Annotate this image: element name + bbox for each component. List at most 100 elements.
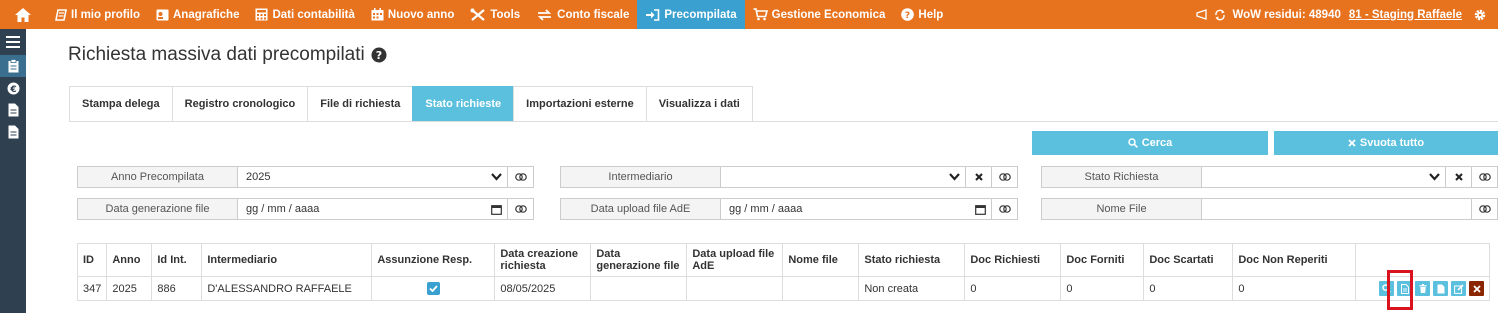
tab-stampa-delega[interactable]: Stampa delega bbox=[69, 86, 172, 122]
home-icon bbox=[15, 7, 31, 22]
cell-intermediario: D'ALESSANDRO RAFFAELE bbox=[201, 276, 373, 301]
chevron-down-icon[interactable] bbox=[943, 167, 965, 187]
toggle-icon[interactable] bbox=[507, 167, 533, 187]
toggle-icon[interactable] bbox=[991, 199, 1017, 219]
intermediario-select[interactable] bbox=[721, 167, 943, 187]
settings-button[interactable] bbox=[1462, 8, 1498, 22]
tab-importazioni-esterne[interactable]: Importazioni esterne bbox=[513, 86, 646, 122]
column-header[interactable]: Intermediario bbox=[201, 243, 373, 277]
nav-item-conto-fiscale[interactable]: Conto fiscale bbox=[528, 0, 637, 29]
home-button[interactable] bbox=[0, 0, 46, 29]
filter-label: Intermediario bbox=[561, 167, 721, 187]
user-link[interactable]: 81 - Staging Raffaele bbox=[1349, 9, 1462, 21]
top-right-area: WoW residui: 48940 81 - Staging Raffaele bbox=[1196, 0, 1498, 29]
trash-icon bbox=[1419, 284, 1427, 293]
filter-stato-richiesta: Stato Richiesta bbox=[1041, 166, 1498, 188]
cell-doc-forniti: 0 bbox=[1060, 276, 1145, 301]
edit-button[interactable] bbox=[1451, 281, 1467, 296]
calendar-icon[interactable] bbox=[485, 199, 507, 219]
clear-all-button[interactable]: Svuota tutto bbox=[1274, 131, 1498, 155]
column-header[interactable]: Assunzione Resp. bbox=[371, 243, 496, 277]
cart-icon bbox=[753, 8, 768, 21]
column-header[interactable]: Doc Richiesti bbox=[964, 243, 1062, 277]
profile-icon bbox=[54, 8, 67, 21]
toggle-icon[interactable] bbox=[507, 199, 533, 219]
tabs: Stampa delega Registro cronologico File … bbox=[69, 86, 753, 122]
nav-item-anagrafiche[interactable]: Anagrafiche bbox=[148, 0, 247, 29]
sidebar-item-clipboard[interactable] bbox=[0, 55, 26, 77]
help-circle-icon[interactable]: ? bbox=[371, 47, 387, 63]
gear-icon bbox=[1474, 9, 1486, 20]
cell-data-generazione bbox=[590, 276, 688, 301]
toggle-icon[interactable] bbox=[991, 167, 1017, 187]
nav-item-nuovo-anno[interactable]: Nuovo anno bbox=[363, 0, 462, 29]
anno-select[interactable]: 2025 bbox=[238, 167, 485, 187]
clear-icon[interactable] bbox=[965, 167, 991, 187]
checkbox-checked[interactable] bbox=[426, 282, 440, 295]
column-header[interactable]: Nome file bbox=[782, 243, 860, 277]
stato-select[interactable] bbox=[1202, 167, 1423, 187]
data-upload-input[interactable]: gg / mm / aaaa bbox=[721, 199, 969, 219]
column-header[interactable]: Doc Non Reperiti bbox=[1232, 243, 1357, 277]
nav-label: Precompilata bbox=[664, 8, 737, 21]
file-icon bbox=[8, 103, 18, 117]
filter-label: Nome File bbox=[1042, 199, 1202, 219]
calendar-icon[interactable] bbox=[969, 199, 991, 219]
filter-anno-precompilata: Anno Precompilata 2025 bbox=[77, 166, 534, 188]
nav-item-help[interactable]: ? Help bbox=[893, 0, 951, 29]
toggle-icon[interactable] bbox=[1471, 167, 1497, 187]
column-header[interactable]: Data upload file AdE bbox=[686, 243, 784, 277]
chevron-down-icon[interactable] bbox=[485, 167, 507, 187]
data-generazione-input[interactable]: gg / mm / aaaa bbox=[238, 199, 485, 219]
sidebar-item-euro[interactable]: € bbox=[0, 77, 26, 99]
calculator-icon bbox=[255, 8, 268, 21]
file-icon bbox=[8, 125, 18, 139]
tab-stato-richieste[interactable]: Stato richieste bbox=[412, 86, 514, 122]
cell-doc-scartati: 0 bbox=[1143, 276, 1234, 301]
chevron-down-icon[interactable] bbox=[1423, 167, 1445, 187]
column-header[interactable]: Doc Forniti bbox=[1060, 243, 1145, 277]
nav-item-dati-contabilita[interactable]: Dati contabilità bbox=[247, 0, 362, 29]
tab-registro-cronologico[interactable]: Registro cronologico bbox=[171, 86, 308, 122]
column-header[interactable]: Doc Scartati bbox=[1143, 243, 1234, 277]
flag-icon[interactable] bbox=[1196, 9, 1208, 20]
delete-button[interactable] bbox=[1415, 281, 1431, 296]
cell-data-upload bbox=[686, 276, 784, 301]
tab-visualizza-i-dati[interactable]: Visualizza i dati bbox=[645, 86, 753, 122]
filter-nome-file: Nome File bbox=[1041, 198, 1498, 220]
menu-toggle-button[interactable] bbox=[0, 29, 26, 55]
nav-item-gestione-economica[interactable]: Gestione Economica bbox=[745, 0, 894, 29]
nav-item-precompilata[interactable]: Precompilata bbox=[637, 0, 745, 29]
column-header[interactable]: Data generazione file bbox=[590, 243, 688, 277]
toggle-icon[interactable] bbox=[1471, 199, 1497, 219]
nav-label: Dati contabilità bbox=[272, 8, 355, 21]
sidebar-item-document-2[interactable] bbox=[0, 121, 26, 143]
nav-item-tools[interactable]: Tools bbox=[462, 0, 528, 29]
nome-file-input[interactable] bbox=[1202, 199, 1471, 219]
column-header[interactable]: Data creazione richiesta bbox=[494, 243, 592, 277]
edit-icon bbox=[1453, 283, 1464, 294]
download-file-button[interactable] bbox=[1433, 281, 1449, 296]
cancel-button[interactable] bbox=[1469, 281, 1485, 296]
clear-icon[interactable] bbox=[1445, 167, 1471, 187]
cell-anno: 2025 bbox=[106, 276, 153, 301]
filter-label: Anno Precompilata bbox=[78, 167, 238, 187]
refresh-icon[interactable] bbox=[1214, 9, 1226, 21]
sidebar-item-document[interactable] bbox=[0, 99, 26, 121]
clear-all-button-label: Svuota tutto bbox=[1359, 137, 1425, 149]
tab-file-di-richiesta[interactable]: File di richiesta bbox=[307, 86, 413, 122]
svg-text:€: € bbox=[9, 85, 16, 95]
filter-intermediario: Intermediario bbox=[560, 166, 1018, 188]
column-header[interactable]: Anno bbox=[106, 243, 153, 277]
svg-text:?: ? bbox=[376, 49, 382, 62]
filter-data-generazione: Data generazione file gg / mm / aaaa bbox=[77, 198, 534, 220]
cell-doc-non-reperiti: 0 bbox=[1232, 276, 1357, 301]
search-button[interactable]: Cerca bbox=[1032, 131, 1268, 155]
nav-item-profilo[interactable]: Il mio profilo bbox=[46, 0, 148, 29]
filter-label: Stato Richiesta bbox=[1042, 167, 1202, 187]
check-icon bbox=[429, 285, 438, 292]
table-row[interactable]: 347 2025 886 D'ALESSANDRO RAFFAELE 08/05… bbox=[76, 276, 1491, 301]
column-header[interactable]: Id Int. bbox=[151, 243, 203, 277]
column-header[interactable]: Stato richiesta bbox=[858, 243, 966, 277]
column-header[interactable]: ID bbox=[76, 243, 108, 277]
